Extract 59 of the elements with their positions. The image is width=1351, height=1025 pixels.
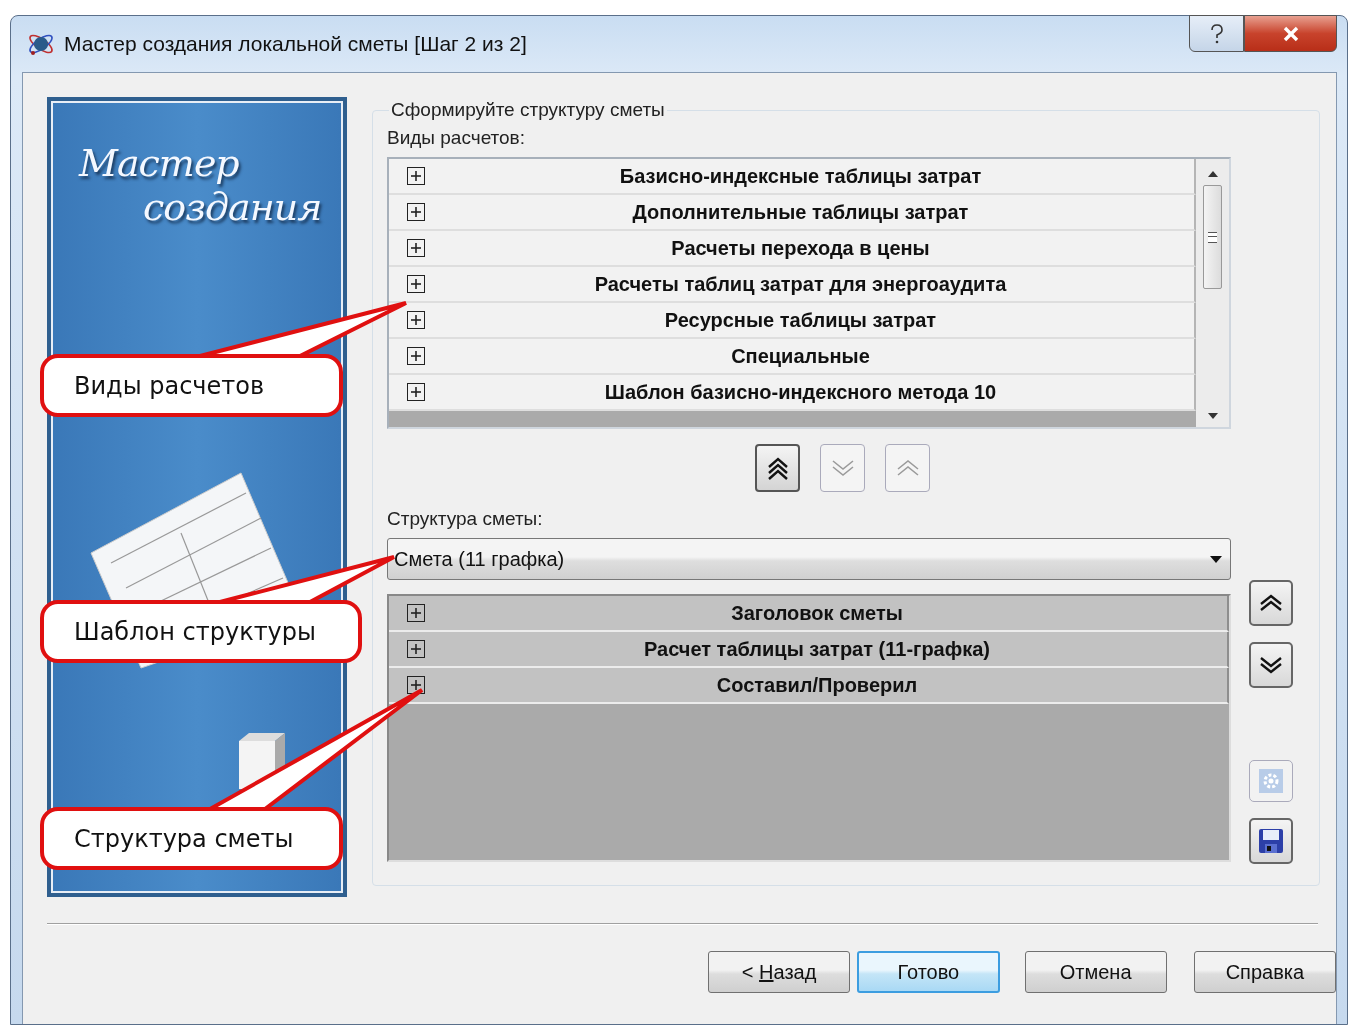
row-label: Базисно-индексные таблицы затрат	[618, 164, 983, 188]
row-label: Расчеты перехода в цены	[670, 236, 931, 260]
list-row[interactable]: Расчет таблицы затрат (11-графка)	[389, 632, 1229, 668]
scroll-up-arrow-icon[interactable]	[1207, 171, 1218, 177]
close-button[interactable]	[1244, 15, 1337, 52]
plus-box-icon[interactable]	[407, 383, 425, 401]
row-label: Специальные	[730, 344, 871, 368]
plus-box-icon[interactable]	[407, 167, 425, 185]
move-button[interactable]	[755, 444, 800, 492]
list-row[interactable]: Заголовок сметы	[389, 596, 1229, 632]
help-icon	[1209, 23, 1224, 44]
side-button[interactable]	[1249, 818, 1293, 864]
help-button[interactable]	[1189, 15, 1244, 52]
scrollbar[interactable]	[1196, 159, 1229, 427]
plus-box-icon[interactable]	[407, 203, 425, 221]
dropdown-arrow-icon	[1210, 555, 1222, 563]
banner-title: Мастер	[79, 141, 239, 185]
plus-box-icon[interactable]	[407, 604, 425, 622]
row-label: Заголовок сметы	[730, 601, 904, 625]
close-icon	[1281, 25, 1300, 42]
field-label: Структура сметы:	[387, 508, 544, 530]
scrollbar-thumb[interactable]	[1203, 185, 1222, 289]
list-row[interactable]: Составил/Проверил	[389, 668, 1229, 704]
scroll-down-arrow-icon[interactable]	[1207, 413, 1218, 419]
row-label: Шаблон базисно-индексного метода 10	[603, 380, 998, 404]
list-row[interactable]: Расчеты таблиц затрат для энергоаудита	[389, 267, 1196, 303]
group-title: Сформируйте структуру сметы	[390, 99, 666, 121]
list-row[interactable]: Расчеты перехода в цены	[389, 231, 1196, 267]
side-button[interactable]	[1249, 642, 1293, 688]
plus-box-icon[interactable]	[407, 239, 425, 257]
list-row[interactable]: Ресурсные таблицы затрат	[389, 303, 1196, 339]
plus-box-icon[interactable]	[407, 311, 425, 329]
callout: Структура сметы	[40, 807, 343, 870]
window-title: Мастер создания локальной сметы [Шаг 2 из 2]	[64, 32, 527, 56]
list-row[interactable]: Базисно-индексные таблицы затрат	[389, 159, 1196, 195]
row-label: Расчет таблицы затрат (11-графка)	[642, 637, 991, 661]
side-button[interactable]	[1249, 580, 1293, 626]
dialog-button[interactable]: Справка	[1193, 951, 1336, 993]
plus-box-icon[interactable]	[407, 640, 425, 658]
plus-box-icon[interactable]	[407, 275, 425, 293]
row-label: Расчеты таблиц затрат для энергоаудита	[593, 272, 1008, 296]
dialog-button[interactable]: < Назад	[708, 951, 851, 993]
row-label: Ресурсные таблицы затрат	[663, 308, 938, 332]
list-row[interactable]: Специальные	[389, 339, 1196, 375]
row-label: Составил/Проверил	[715, 673, 919, 697]
list-row[interactable]: Шаблон базисно-индексного метода 10	[389, 375, 1196, 411]
dialog-button[interactable]: Отмена	[1024, 951, 1167, 993]
chevron-down-icon	[1258, 655, 1284, 675]
chevron-up-icon	[1258, 593, 1284, 613]
plus-box-icon[interactable]	[407, 676, 425, 694]
template-dropdown[interactable]: Смета (11 графка)	[387, 538, 1231, 580]
callout: Виды расчетов	[40, 354, 343, 417]
plus-box-icon[interactable]	[407, 347, 425, 365]
dialog-button[interactable]: Готово	[857, 951, 1000, 993]
gear-icon	[1258, 768, 1284, 794]
field-label: Виды расчетов:	[387, 127, 526, 149]
row-label: Дополнительные таблицы затрат	[631, 200, 970, 224]
banner-title: создания	[143, 185, 322, 229]
list-row[interactable]: Дополнительные таблицы затрат	[389, 195, 1196, 231]
